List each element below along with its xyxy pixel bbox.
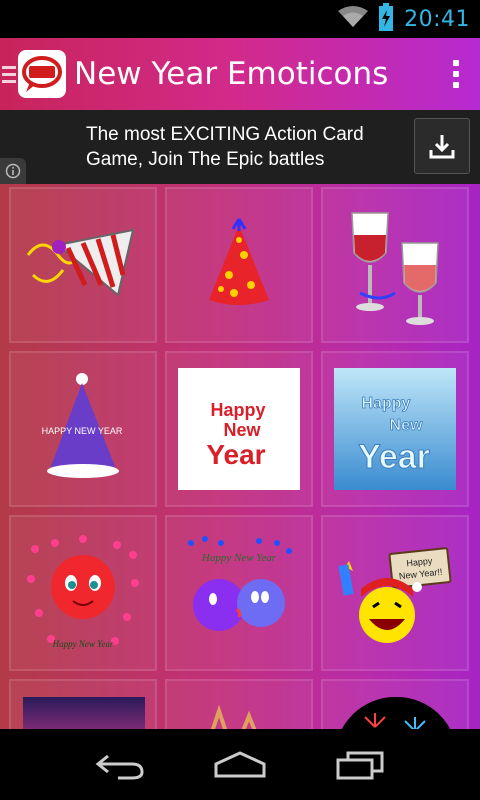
kissing-smileys[interactable]: Happy New Year (165, 515, 313, 671)
home-icon[interactable] (205, 740, 275, 790)
3d-text-2: New (223, 420, 261, 440)
champagne-glasses-emoticon[interactable] (321, 187, 469, 343)
navigation-bar (0, 729, 480, 800)
app-logo[interactable] (18, 50, 66, 98)
laughing-smiley-sign[interactable]: Happy New Year!! (321, 515, 469, 671)
purple-hat-text: HAPPY NEW YEAR (42, 426, 123, 436)
wifi-icon (338, 5, 369, 34)
kissing-text: Happy New Year (201, 552, 277, 564)
ice-text-2: New (390, 417, 423, 434)
happy-new-year-3d-text[interactable]: Happy New Year (165, 351, 313, 507)
ice-text-1: Happy (362, 395, 411, 412)
action-bar: New Year Emoticons (0, 38, 480, 110)
party-horn-emoticon[interactable] (9, 187, 157, 343)
info-icon[interactable] (0, 158, 26, 184)
red-smiley-hearts[interactable]: Happy New Year (9, 515, 157, 671)
app-title: New Year Emoticons (74, 56, 389, 92)
status-bar: 20:41 (0, 0, 480, 38)
red-smiley-text: Happy New Year (52, 639, 114, 649)
drawer-indicator-icon[interactable] (2, 65, 16, 83)
recent-apps-icon[interactable] (325, 740, 395, 790)
partial-tile-1[interactable] (9, 679, 157, 729)
overflow-menu-icon[interactable] (436, 46, 476, 102)
partial-tile-2[interactable] (165, 679, 313, 729)
back-icon[interactable] (85, 740, 155, 790)
ad-banner[interactable]: The most EXCITING Action Card Game, Join… (0, 110, 480, 184)
clock: 20:41 (404, 6, 470, 32)
emoticon-grid: HAPPY NEW YEAR Happy New Year Happy New … (0, 184, 480, 729)
3d-text-3: Year (206, 439, 265, 470)
party-hat-emoticon[interactable] (165, 187, 313, 343)
purple-hat-emoticon[interactable]: HAPPY NEW YEAR (9, 351, 157, 507)
partial-tile-3[interactable] (321, 679, 469, 729)
ice-new-year-text[interactable]: Happy New Year (321, 351, 469, 507)
battery-charging-icon (378, 2, 394, 36)
download-icon[interactable] (414, 118, 470, 174)
ad-text[interactable]: The most EXCITING Action Card Game, Join… (86, 122, 396, 172)
3d-text-1: Happy (210, 400, 265, 420)
ice-text-3: Year (358, 438, 430, 476)
